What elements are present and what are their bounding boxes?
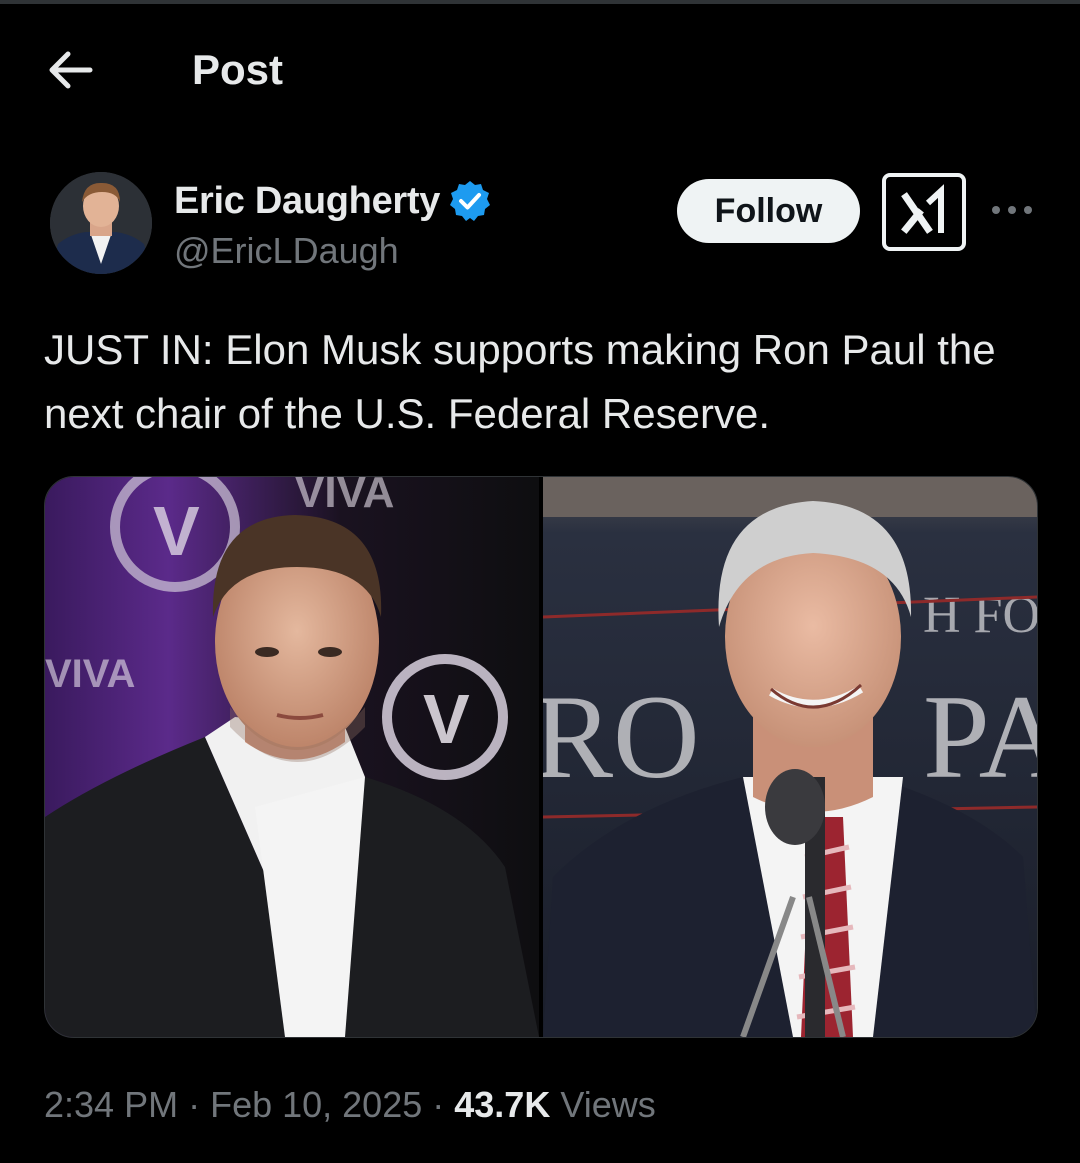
post-text: JUST IN: Elon Musk supports making Ron P… — [44, 326, 996, 437]
views-label: Views — [550, 1084, 656, 1125]
page-title: Post — [192, 46, 284, 93]
svg-text:H FO: H FO — [923, 587, 1037, 644]
post-time[interactable]: 2:34 PM — [44, 1084, 178, 1125]
author-name[interactable]: Eric Daugherty — [174, 180, 440, 223]
avatar[interactable] — [50, 172, 152, 274]
post-image-right[interactable]: RO PA H FO — [543, 477, 1037, 1037]
author-handle[interactable]: @EricLDaugh — [174, 228, 399, 274]
svg-text:RO: RO — [543, 670, 700, 803]
verified-badge-icon — [448, 179, 492, 223]
post-metadata: 2:34 PM · Feb 10, 2025 · 43.7K Views — [44, 1082, 656, 1128]
svg-text:V: V — [153, 492, 200, 570]
post-media[interactable]: V V VIVA VIVA RO P H FO — [44, 476, 1038, 1038]
post-date[interactable]: Feb 10, 2025 — [210, 1084, 422, 1125]
meta-separator: · — [422, 1084, 455, 1125]
more-options-icon[interactable] — [990, 195, 1034, 225]
follow-button[interactable]: Follow — [677, 179, 860, 243]
top-divider — [0, 0, 1080, 4]
svg-text:VIVA: VIVA — [295, 477, 394, 517]
author-name-row: Eric Daugherty — [174, 176, 492, 226]
svg-text:PA: PA — [923, 670, 1037, 803]
post-image-left[interactable]: V V VIVA VIVA — [45, 477, 539, 1037]
grok-icon[interactable] — [882, 173, 966, 251]
svg-text:V: V — [423, 680, 470, 758]
meta-separator: · — [178, 1084, 211, 1125]
back-arrow-icon[interactable] — [46, 48, 94, 92]
views-count[interactable]: 43.7K — [454, 1084, 550, 1125]
svg-text:VIVA: VIVA — [45, 652, 135, 696]
